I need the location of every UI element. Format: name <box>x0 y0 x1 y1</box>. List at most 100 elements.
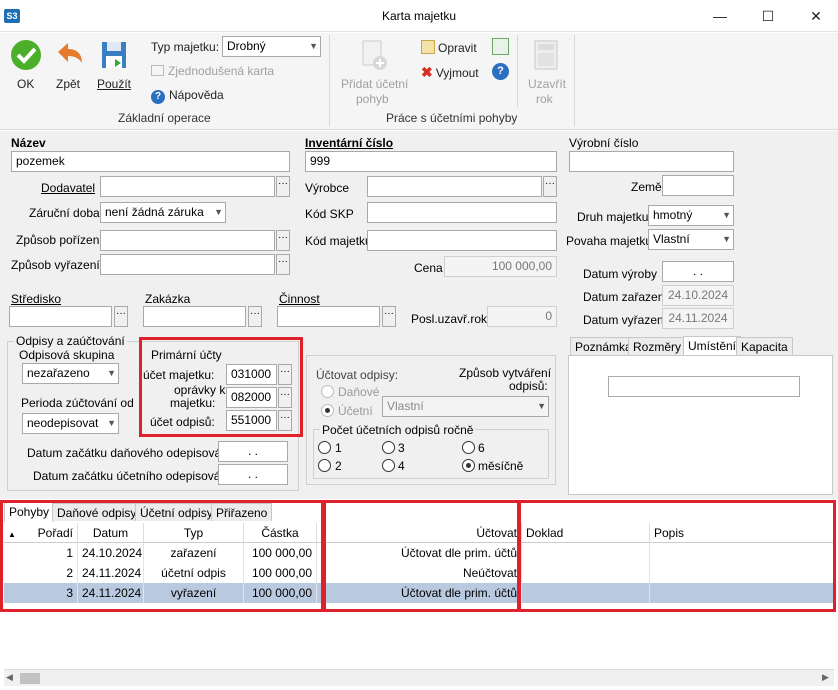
count-3-label: 3 <box>398 441 405 455</box>
activity-browse-button[interactable]: ··· <box>382 306 396 327</box>
help-button[interactable]: ? Nápověda <box>151 88 224 104</box>
location-field[interactable] <box>608 376 800 397</box>
count-4-radio[interactable] <box>382 459 395 472</box>
manufacturer-label: Výrobce <box>305 181 350 195</box>
depr-account-label: účet odpisů: <box>150 415 215 429</box>
disposal-method-field[interactable] <box>100 254 275 275</box>
apply-button[interactable]: Použít <box>94 39 134 101</box>
activity-field[interactable] <box>277 306 380 327</box>
edit-icon <box>421 40 435 54</box>
back-button[interactable]: Zpět <box>52 39 88 101</box>
help-icon[interactable]: ? <box>492 63 509 80</box>
accumulated-depr-field[interactable]: 082000 <box>226 387 277 408</box>
count-1-radio[interactable] <box>318 441 331 454</box>
asset-kind-select[interactable]: hmotný ▼ <box>648 205 734 226</box>
tax-depr-start-field[interactable]: . . <box>218 441 288 462</box>
tab-note[interactable]: Poznámka <box>570 337 637 355</box>
edit-button[interactable]: Opravit <box>421 40 477 55</box>
count-3-radio[interactable] <box>382 441 395 454</box>
cost-center-field[interactable] <box>9 306 112 327</box>
acquisition-method-field[interactable] <box>100 230 275 251</box>
name-field[interactable]: pozemek <box>11 151 290 172</box>
inventory-number-label: Inventární číslo <box>305 136 394 150</box>
inventory-number-field[interactable]: 999 <box>305 151 557 172</box>
asset-code-field[interactable] <box>367 230 557 251</box>
add-movement-button[interactable]: Přidat účetní pohyb <box>338 39 408 106</box>
accounting-radio[interactable] <box>321 404 334 417</box>
asset-code-label: Kód majetku <box>305 234 372 248</box>
scrollbar-thumb[interactable] <box>20 673 40 684</box>
close-year-button[interactable]: Uzavřít rok <box>526 39 566 106</box>
acc-depr-start-label: Datum začátku účetního odepisování: <box>33 469 234 483</box>
manufacturer-browse-button[interactable]: ··· <box>543 176 557 197</box>
order-field[interactable] <box>143 306 246 327</box>
accumulated-depr-browse-button[interactable]: ··· <box>278 387 292 408</box>
supplier-browse-button[interactable]: ··· <box>276 176 290 197</box>
close-button[interactable]: ✕ <box>806 6 826 26</box>
count-6-radio[interactable] <box>462 441 475 454</box>
asset-form: Název pozemek Dodavatel ··· Záruční doba… <box>0 131 838 499</box>
disposal-browse-button[interactable]: ··· <box>276 254 290 275</box>
disposal-method-label: Způsob vyřazení <box>11 258 100 272</box>
delete-x-icon: ✖ <box>421 64 433 80</box>
inclusion-date-label: Datum zařazení <box>583 290 668 304</box>
name-label: Název <box>11 136 46 150</box>
maximize-button[interactable]: ☐ <box>758 6 778 26</box>
country-field[interactable] <box>662 175 734 196</box>
price-field[interactable]: 100 000,00 <box>444 256 557 277</box>
warranty-select[interactable]: není žádná záruka ▼ <box>100 202 226 223</box>
check-icon <box>11 40 41 70</box>
scroll-left-icon[interactable]: ◀ <box>6 672 13 683</box>
disposal-date-field[interactable]: 24.11.2024 <box>662 308 734 329</box>
primary-accounts-label: Primární účty <box>151 348 222 362</box>
depr-account-field[interactable]: 551000 <box>226 410 277 431</box>
horizontal-scrollbar[interactable]: ◀ ▶ <box>4 669 834 686</box>
scroll-right-icon[interactable]: ▶ <box>822 672 829 683</box>
posting-period-select[interactable]: neodepisovat ▼ <box>22 413 119 434</box>
group-basic-operations-label: Základní operace <box>118 111 211 125</box>
serial-number-field[interactable] <box>569 151 734 172</box>
chevron-down-icon: ▼ <box>107 368 116 378</box>
count-2-radio[interactable] <box>318 459 331 472</box>
manufacturer-field[interactable] <box>367 176 542 197</box>
supplier-field[interactable] <box>100 176 275 197</box>
production-date-field[interactable]: . . <box>662 261 734 282</box>
serial-number-label: Výrobní číslo <box>569 136 639 150</box>
depreciation-group-select[interactable]: nezařazeno ▼ <box>22 363 119 384</box>
last-closed-year-field[interactable]: 0 <box>487 306 557 327</box>
asset-account-field[interactable]: 031000 <box>226 364 277 385</box>
cut-button[interactable]: ✖ Vyjmout <box>421 64 479 81</box>
cost-center-browse-button[interactable]: ··· <box>114 306 128 327</box>
count-6-label: 6 <box>478 441 485 455</box>
undo-arrow-icon <box>58 43 82 63</box>
asset-type-select[interactable]: Drobný ▼ <box>222 36 321 57</box>
production-date-label: Datum výroby <box>583 267 658 281</box>
tab-capacity[interactable]: Kapacita <box>736 337 793 355</box>
disposal-date-label: Datum vyřazení <box>583 313 668 327</box>
minimize-button[interactable]: — <box>710 6 730 26</box>
order-browse-button[interactable]: ··· <box>248 306 262 327</box>
inclusion-date-field[interactable]: 24.10.2024 <box>662 285 734 306</box>
depr-account-browse-button[interactable]: ··· <box>278 410 292 431</box>
tab-location[interactable]: Umístění <box>683 336 742 356</box>
price-label: Cena <box>414 261 443 275</box>
creation-method-select[interactable]: Vlastní ▼ <box>382 396 549 417</box>
tax-radio[interactable] <box>321 385 334 398</box>
cost-center-label: Středisko <box>11 292 62 306</box>
movements-panel: Pohyby Daňové odpisy Účetní odpisy Přiřa… <box>0 499 838 690</box>
asset-nature-label: Povaha majetku <box>566 234 653 248</box>
tab-dimensions[interactable]: Rozměry <box>628 337 687 355</box>
acquisition-browse-button[interactable]: ··· <box>276 230 290 251</box>
warranty-label: Záruční doba <box>29 206 100 220</box>
ok-button[interactable]: OK <box>8 39 44 101</box>
monthly-radio[interactable] <box>462 459 475 472</box>
skp-code-field[interactable] <box>367 202 557 223</box>
acc-depr-start-field[interactable]: . . <box>218 464 288 485</box>
asset-nature-select[interactable]: Vlastní ▼ <box>648 229 734 250</box>
asset-account-browse-button[interactable]: ··· <box>278 364 292 385</box>
grid-highlight-right <box>518 500 836 612</box>
title-bar: S3 Karta majetku — ☐ ✕ <box>0 0 838 32</box>
simplified-card-button[interactable]: Zjednodušená karta <box>151 64 274 78</box>
export-icon[interactable] <box>492 38 509 55</box>
chevron-down-icon: ▼ <box>537 401 546 411</box>
